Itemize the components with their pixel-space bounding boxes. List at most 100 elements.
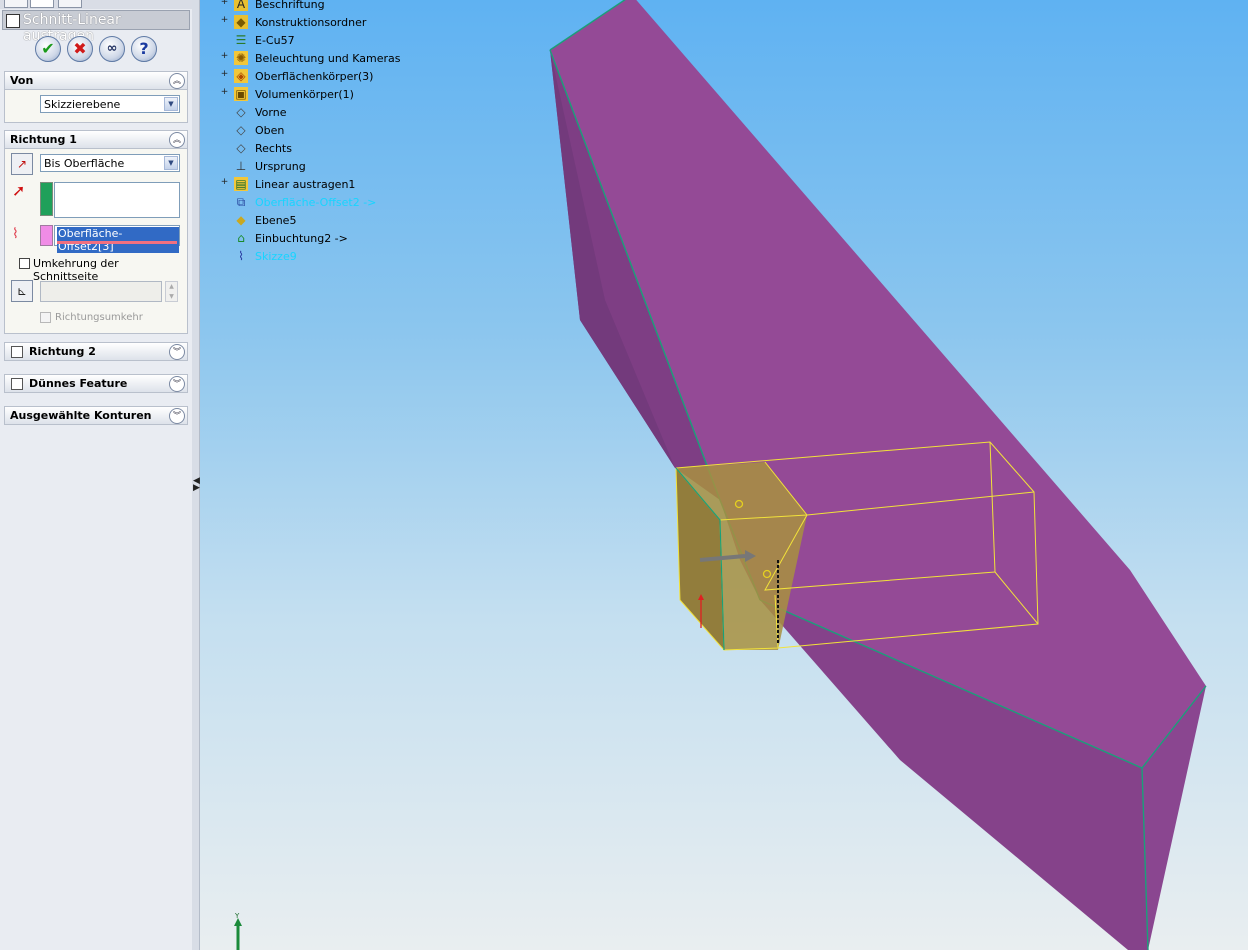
thin-feature-checkbox[interactable] — [11, 378, 23, 390]
tree-item-label: Skizze9 — [255, 250, 297, 263]
property-manager-title-bar: Schnitt-Linear austragen — [2, 10, 190, 44]
draft-angle-input[interactable] — [40, 281, 162, 302]
expand-plus-icon[interactable]: + — [220, 0, 229, 7]
offset-surface-icon: ⧉ — [236, 195, 246, 209]
design-binder-icon: ◆ — [234, 15, 248, 29]
triad-y-label: Y — [234, 912, 240, 920]
group-thin-feature-header[interactable]: Dünnes Feature ︾ — [5, 375, 187, 393]
expand-plus-icon[interactable]: + — [220, 88, 229, 97]
draft-toggle-button[interactable]: ⊾ — [11, 280, 33, 302]
tab-property-manager[interactable] — [30, 0, 54, 8]
tree-item[interactable]: ⧉ Oberfläche-Offset2 -> — [220, 194, 480, 212]
expand-chevron-icon[interactable]: ︾ — [169, 376, 185, 392]
group-richtung1-header[interactable]: Richtung 1 ︽ — [5, 131, 187, 149]
group-thin-feature-label: Dünnes Feature — [29, 377, 128, 390]
annotation-icon: A — [234, 0, 248, 11]
group-richtung2-header[interactable]: Richtung 2 ︾ — [5, 343, 187, 361]
group-von: Von ︽ Skizzierebene ▼ — [4, 71, 188, 123]
group-selected-contours-label: Ausgewählte Konturen — [10, 409, 152, 422]
flip-side-checkbox[interactable] — [19, 258, 30, 269]
group-selected-contours: Ausgewählte Konturen ︾ — [4, 406, 188, 425]
cut-extrude-icon — [6, 14, 20, 28]
group-von-header[interactable]: Von ︽ — [5, 72, 187, 90]
expand-plus-icon[interactable]: + — [220, 70, 229, 79]
expand-plus-icon[interactable]: + — [220, 16, 229, 25]
expand-plus-icon[interactable]: + — [220, 52, 229, 61]
tree-item-label: Ebene5 — [255, 214, 297, 227]
start-condition-select[interactable]: Skizzierebene ▼ — [40, 95, 180, 113]
tree-item-label: Beleuchtung und Kameras — [255, 52, 401, 65]
tree-item[interactable]: ⊥ Ursprung — [220, 158, 480, 176]
expand-chevron-icon[interactable]: ︾ — [169, 408, 185, 424]
tree-item[interactable]: + ▣ Volumenkörper(1) — [220, 86, 480, 104]
tree-item[interactable]: ◆ Ebene5 — [220, 212, 480, 230]
tab-feature-manager[interactable] — [4, 0, 28, 8]
group-thin-feature: Dünnes Feature ︾ — [4, 374, 188, 393]
tree-item[interactable]: ◇ Oben — [220, 122, 480, 140]
tree-item[interactable]: ⌇ Skizze9 — [220, 248, 480, 266]
draft-angle-spinner[interactable]: ▲ ▼ — [165, 281, 178, 302]
tree-item-label: Linear austragen1 — [255, 178, 356, 191]
tree-item[interactable]: + A Beschriftung — [220, 0, 480, 14]
tree-item[interactable]: + ◆ Konstruktionsordner — [220, 14, 480, 32]
richtung2-checkbox[interactable] — [11, 346, 23, 358]
tree-item[interactable]: ⌂ Einbuchtung2 -> — [220, 230, 480, 248]
material-icon: ☰ — [235, 33, 247, 47]
draft-icon: ⊾ — [16, 284, 28, 298]
ok-check-icon: ✔ — [41, 39, 55, 58]
tree-item-label: Ursprung — [255, 160, 306, 173]
end-condition-select[interactable]: Bis Oberfläche ▼ — [40, 154, 180, 172]
plane-icon: ◇ — [236, 141, 246, 155]
extrude-icon: ▤ — [234, 177, 248, 191]
flip-side-label: Umkehrung der Schnittseite — [33, 257, 119, 283]
expand-plus-icon[interactable]: + — [220, 178, 229, 187]
preview-button[interactable]: ∞ — [99, 36, 125, 62]
tree-item[interactable]: + ◈ Oberflächenkörper(3) — [220, 68, 480, 86]
tree-item[interactable]: ☰ E-Cu57 — [220, 32, 480, 50]
chevron-down-icon[interactable]: ▼ — [164, 156, 178, 170]
chevron-down-icon[interactable]: ▼ — [164, 97, 178, 111]
surface-bodies-icon: ◈ — [234, 69, 248, 83]
end-condition-value: Bis Oberfläche — [44, 157, 125, 170]
reference-triad: Y — [234, 912, 242, 950]
direction-selection-box[interactable] — [54, 182, 180, 218]
panel-splitter[interactable]: ◀ ▶ — [192, 0, 200, 950]
selected-face-item[interactable]: Oberfläche-Offset2[3] — [57, 227, 179, 253]
tree-item-label: Rechts — [255, 142, 292, 155]
help-question-icon: ? — [139, 39, 149, 58]
group-selected-contours-header[interactable]: Ausgewählte Konturen ︾ — [5, 407, 187, 425]
lights-cameras-icon: ✺ — [234, 51, 248, 65]
draft-outward-checkbox[interactable] — [40, 312, 51, 323]
group-richtung1-label: Richtung 1 — [10, 133, 77, 146]
tree-item[interactable]: ◇ Rechts — [220, 140, 480, 158]
plane-icon: ◇ — [236, 123, 246, 137]
collapse-chevron-icon[interactable]: ︽ — [169, 73, 185, 89]
origin-icon: ⊥ — [235, 159, 247, 173]
solid-bodies-icon: ▣ — [234, 87, 248, 101]
direction-color-swatch — [40, 182, 53, 216]
expand-chevron-icon[interactable]: ︾ — [169, 344, 185, 360]
graphics-viewport[interactable]: + A Beschriftung + ◆ Konstruktionsordner ☰ E-Cu… — [200, 0, 1248, 950]
tab-configuration-manager[interactable] — [58, 0, 82, 8]
manager-tabs — [0, 0, 192, 9]
reverse-direction-button[interactable]: ↗ — [11, 153, 33, 175]
cancel-button[interactable]: ✖ — [67, 36, 93, 62]
ok-button[interactable]: ✔ — [35, 36, 61, 62]
tree-item-label: Oberfläche-Offset2 -> — [255, 196, 377, 209]
plane-yellow-icon: ◆ — [236, 213, 246, 227]
start-condition-value: Skizzierebene — [44, 98, 121, 111]
tree-item-label: Konstruktionsordner — [255, 16, 367, 29]
face-selection-box[interactable]: Oberfläche-Offset2[3] — [54, 225, 180, 253]
group-richtung2-label: Richtung 2 — [29, 345, 96, 358]
tree-item[interactable]: + ✺ Beleuchtung und Kameras — [220, 50, 480, 68]
collapse-chevron-icon[interactable]: ︽ — [169, 132, 185, 148]
group-von-label: Von — [10, 74, 34, 87]
splitter-grip-icon[interactable]: ◀ ▶ — [193, 477, 200, 493]
tree-item[interactable]: ◇ Vorne — [220, 104, 480, 122]
tree-item-label: Oberflächenkörper(3) — [255, 70, 374, 83]
direction-arrow-icon: ➚ — [12, 181, 26, 200]
property-manager-panel: Schnitt-Linear austragen ✔ ✖ ∞ ? Von ︽ S… — [0, 0, 193, 950]
help-button[interactable]: ? — [131, 36, 157, 62]
tree-item[interactable]: + ▤ Linear austragen1 — [220, 176, 480, 194]
tree-item-label: Oben — [255, 124, 285, 137]
